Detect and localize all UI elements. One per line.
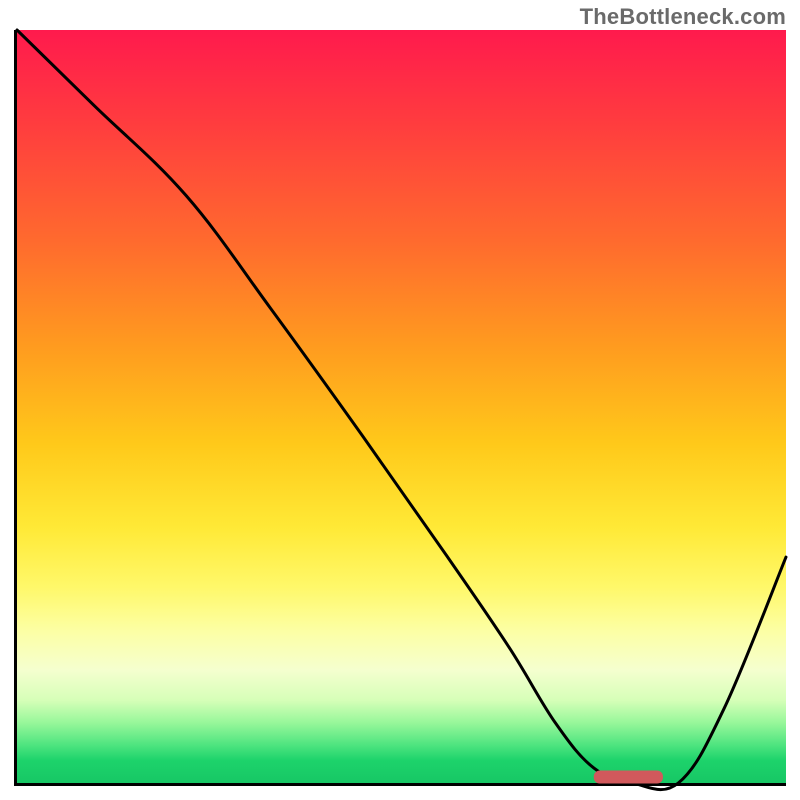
chart-canvas: TheBottleneck.com	[0, 0, 800, 800]
watermark-text: TheBottleneck.com	[580, 4, 786, 30]
chart-plot-area	[14, 30, 786, 786]
chart-svg	[17, 30, 786, 783]
bottleneck-curve-path	[17, 30, 786, 790]
optimal-zone-marker	[594, 771, 663, 784]
